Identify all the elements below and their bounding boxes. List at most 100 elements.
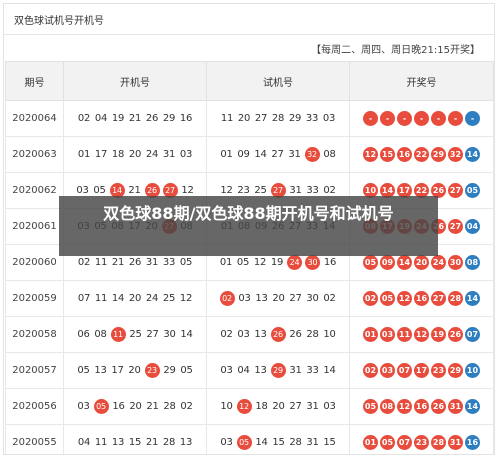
open-number: 25: [162, 293, 176, 304]
period-cell: 2020064: [5, 100, 64, 137]
blue-ball: -: [465, 111, 480, 126]
open-number-cell: 02 04 19 21 26 29 16: [63, 100, 207, 137]
red-ball: 07: [397, 363, 412, 378]
red-ball: 08: [380, 399, 395, 414]
test-number: 31: [306, 401, 319, 412]
test-number-cell: 03 04 13 29 31 33 14: [206, 352, 350, 389]
open-number: 28: [163, 401, 176, 412]
open-number: 05: [180, 365, 193, 376]
red-ball: -: [380, 111, 395, 126]
open-number-cell: 03 05 16 20 21 28 02: [63, 388, 207, 425]
test-number: 01: [219, 257, 233, 268]
test-number: 23: [237, 185, 250, 196]
open-number: 26: [145, 113, 159, 124]
period-cell: 2020060: [5, 244, 64, 281]
draw-result-cell: 05 08 12 16 26 31 14: [349, 388, 494, 425]
test-number: 14: [254, 149, 267, 160]
column-header-open-number: 开机号: [63, 61, 207, 101]
period-cell: 2020059: [5, 280, 64, 317]
red-ball: 27: [431, 291, 446, 306]
test-number: 03: [322, 113, 336, 124]
red-ball: 16: [414, 399, 429, 414]
red-ball: 24: [431, 255, 446, 270]
open-number: 05: [179, 257, 193, 268]
test-number: 30: [305, 255, 320, 270]
red-ball: 03: [380, 327, 395, 342]
red-ball: 20: [414, 255, 429, 270]
open-number: 11: [94, 437, 108, 448]
open-number: 24: [145, 149, 159, 160]
open-number: 02: [180, 401, 193, 412]
test-number: 15: [272, 437, 285, 448]
red-ball: 14: [397, 255, 412, 270]
red-ball: 05: [380, 291, 395, 306]
period-cell: 2020058: [5, 316, 64, 353]
test-number: 31: [288, 149, 301, 160]
open-number: 06: [77, 329, 90, 340]
test-number: 31: [289, 185, 302, 196]
open-number: 21: [128, 113, 142, 124]
red-ball: 32: [448, 147, 463, 162]
test-number: 28: [271, 113, 285, 124]
blue-ball: 07: [465, 327, 480, 342]
test-number: 30: [306, 293, 319, 304]
draw-result-cell: -------: [349, 100, 494, 137]
red-ball: 26: [448, 327, 463, 342]
test-number: 02: [219, 291, 235, 306]
open-number: 15: [128, 437, 142, 448]
test-number-cell: 02 03 13 20 27 30 02: [206, 280, 350, 317]
blue-ball: 04: [465, 219, 480, 234]
open-number: 18: [111, 149, 125, 160]
draw-table: 期号 开机号 试机号 开奖号 2020064 02 04 19 21 26 29 16 11 20…: [5, 61, 494, 454]
open-number: 21: [111, 257, 125, 268]
table-row: 2020059 07 11 14 20 24 25 12 02 03 13 20 27 30 02 02 05 1…: [5, 280, 494, 317]
open-number: 20: [128, 365, 141, 376]
period-cell: 2020057: [5, 352, 64, 389]
red-ball: 07: [397, 435, 412, 450]
open-number: 23: [144, 363, 160, 378]
test-number: 20: [272, 401, 285, 412]
test-number: 27: [254, 113, 268, 124]
red-ball: 05: [363, 399, 378, 414]
open-number: 29: [162, 113, 176, 124]
open-number: 02: [77, 257, 91, 268]
open-number: 24: [145, 293, 159, 304]
open-number: 25: [129, 329, 142, 340]
red-ball: 03: [380, 363, 395, 378]
red-ball: 12: [397, 291, 412, 306]
red-ball: 01: [363, 327, 378, 342]
draw-result-cell: 02 03 07 17 23 29 10: [349, 352, 494, 389]
blue-ball: 08: [465, 255, 480, 270]
period-cell: 2020063: [5, 136, 64, 173]
open-number: 13: [179, 437, 193, 448]
open-number: 30: [163, 329, 176, 340]
red-ball: 28: [431, 435, 446, 450]
table-header-row: 期号 开机号 试机号 开奖号: [5, 61, 494, 101]
draw-result-cell: 12 15 16 22 29 32 14: [349, 136, 494, 173]
red-ball: 23: [431, 363, 446, 378]
red-ball: 01: [363, 435, 378, 450]
blue-ball: 05: [465, 183, 480, 198]
blue-ball: 14: [465, 291, 480, 306]
open-number: 31: [145, 257, 159, 268]
blue-ball: 14: [465, 147, 480, 162]
open-number-cell: 06 08 11 25 27 30 14: [63, 316, 207, 353]
test-number: 05: [236, 257, 250, 268]
test-number: 13: [254, 365, 267, 376]
open-number: 07: [77, 293, 91, 304]
red-ball: 15: [380, 147, 395, 162]
draw-result-cell: 02 05 12 16 27 28 14: [349, 280, 494, 317]
test-number-cell: 03 05 14 15 28 31 15: [206, 424, 350, 454]
test-number: 27: [289, 401, 302, 412]
red-ball: 16: [397, 147, 412, 162]
red-ball: 27: [448, 219, 463, 234]
test-number: 02: [220, 329, 233, 340]
test-number: 02: [323, 185, 336, 196]
test-number: 32: [304, 147, 320, 162]
open-number: 03: [77, 401, 90, 412]
red-ball: 11: [397, 327, 412, 342]
test-number: 20: [272, 293, 285, 304]
period-cell: 2020061: [5, 208, 64, 245]
open-number: 13: [94, 365, 107, 376]
open-number: 20: [128, 149, 142, 160]
